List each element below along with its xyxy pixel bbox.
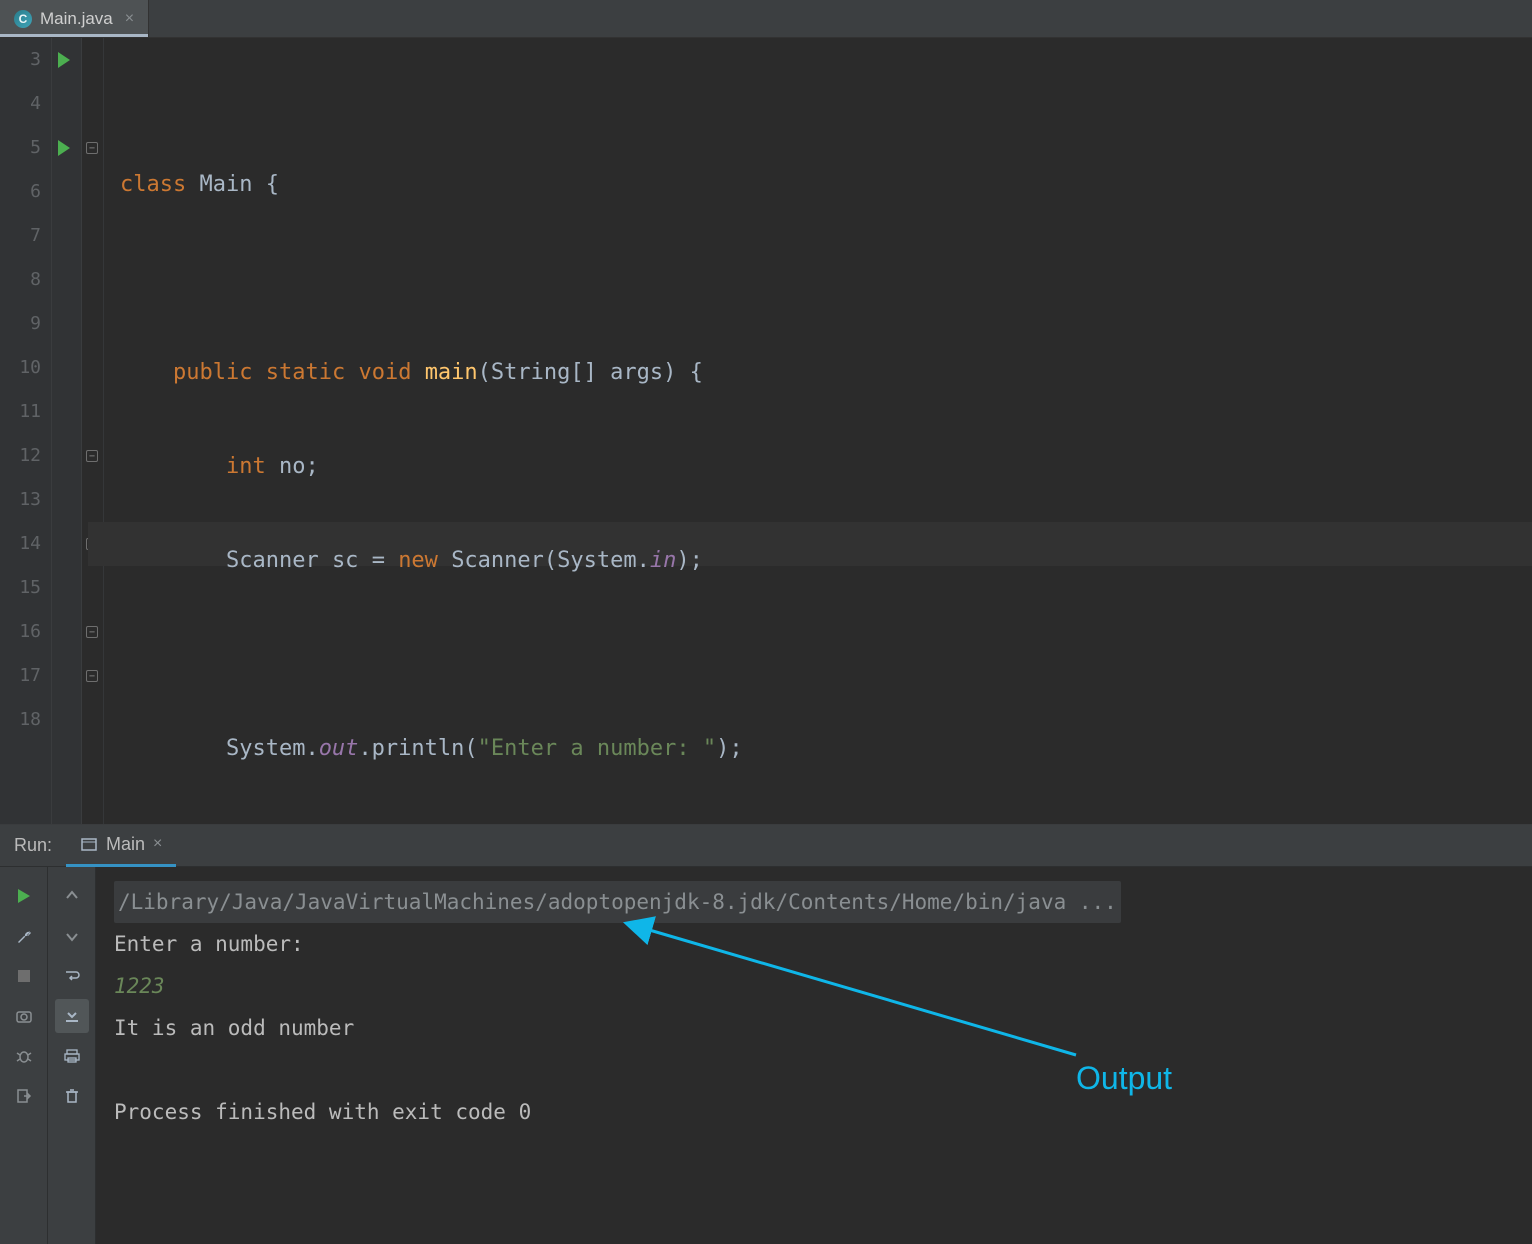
fold-toggle-icon[interactable]: − xyxy=(86,142,98,154)
java-class-icon: C xyxy=(14,10,32,28)
editor-tab-bar: C Main.java × xyxy=(0,0,1532,38)
editor-tab-main[interactable]: C Main.java × xyxy=(0,0,149,37)
fold-toggle-icon[interactable]: − xyxy=(86,626,98,638)
console-result: It is an odd number xyxy=(114,1007,1514,1049)
run-class-icon[interactable] xyxy=(58,52,70,68)
run-main-icon[interactable] xyxy=(58,140,70,156)
up-arrow-icon[interactable] xyxy=(55,879,89,913)
run-window-icon xyxy=(80,835,98,853)
line-number-gutter: 3 4 5 6 7 8 9 10 11 12 13 14 15 16 17 18 xyxy=(0,38,52,824)
run-left-toolbar xyxy=(0,867,48,1244)
fold-gutter: − − − − − xyxy=(82,38,104,824)
code-editor[interactable]: 3 4 5 6 7 8 9 10 11 12 13 14 15 16 17 18… xyxy=(0,38,1532,824)
scroll-to-end-icon[interactable] xyxy=(55,999,89,1033)
console-output[interactable]: /Library/Java/JavaVirtualMachines/adopto… xyxy=(96,867,1532,1244)
run-gutter xyxy=(52,38,82,824)
console-exit: Process finished with exit code 0 xyxy=(114,1091,1514,1133)
command-line: /Library/Java/JavaVirtualMachines/adopto… xyxy=(114,881,1121,923)
camera-icon[interactable] xyxy=(7,999,41,1033)
run-panel-title: Run: xyxy=(0,835,66,856)
rerun-icon[interactable] xyxy=(7,879,41,913)
down-arrow-icon[interactable] xyxy=(55,919,89,953)
run-header: Run: Main × xyxy=(0,825,1532,867)
close-icon[interactable]: × xyxy=(125,10,134,28)
trash-icon[interactable] xyxy=(55,1079,89,1113)
run-config-tab[interactable]: Main × xyxy=(66,825,176,867)
run-tab-label: Main xyxy=(106,834,145,855)
console-stdin: 1223 xyxy=(114,965,1514,1007)
bug-icon[interactable] xyxy=(7,1039,41,1073)
close-icon[interactable]: × xyxy=(153,835,162,853)
fold-toggle-icon[interactable]: − xyxy=(86,450,98,462)
run-right-toolbar xyxy=(48,867,96,1244)
exit-icon[interactable] xyxy=(7,1079,41,1113)
code-area[interactable]: class Main { public static void main(Str… xyxy=(104,38,1532,824)
run-tool-window: Run: Main × xyxy=(0,824,1532,1244)
stop-icon[interactable] xyxy=(7,959,41,993)
print-icon[interactable] xyxy=(55,1039,89,1073)
fold-toggle-icon[interactable]: − xyxy=(86,670,98,682)
soft-wrap-icon[interactable] xyxy=(55,959,89,993)
console-prompt: Enter a number: xyxy=(114,923,1514,965)
wrench-icon[interactable] xyxy=(7,919,41,953)
editor-tab-label: Main.java xyxy=(40,9,113,29)
